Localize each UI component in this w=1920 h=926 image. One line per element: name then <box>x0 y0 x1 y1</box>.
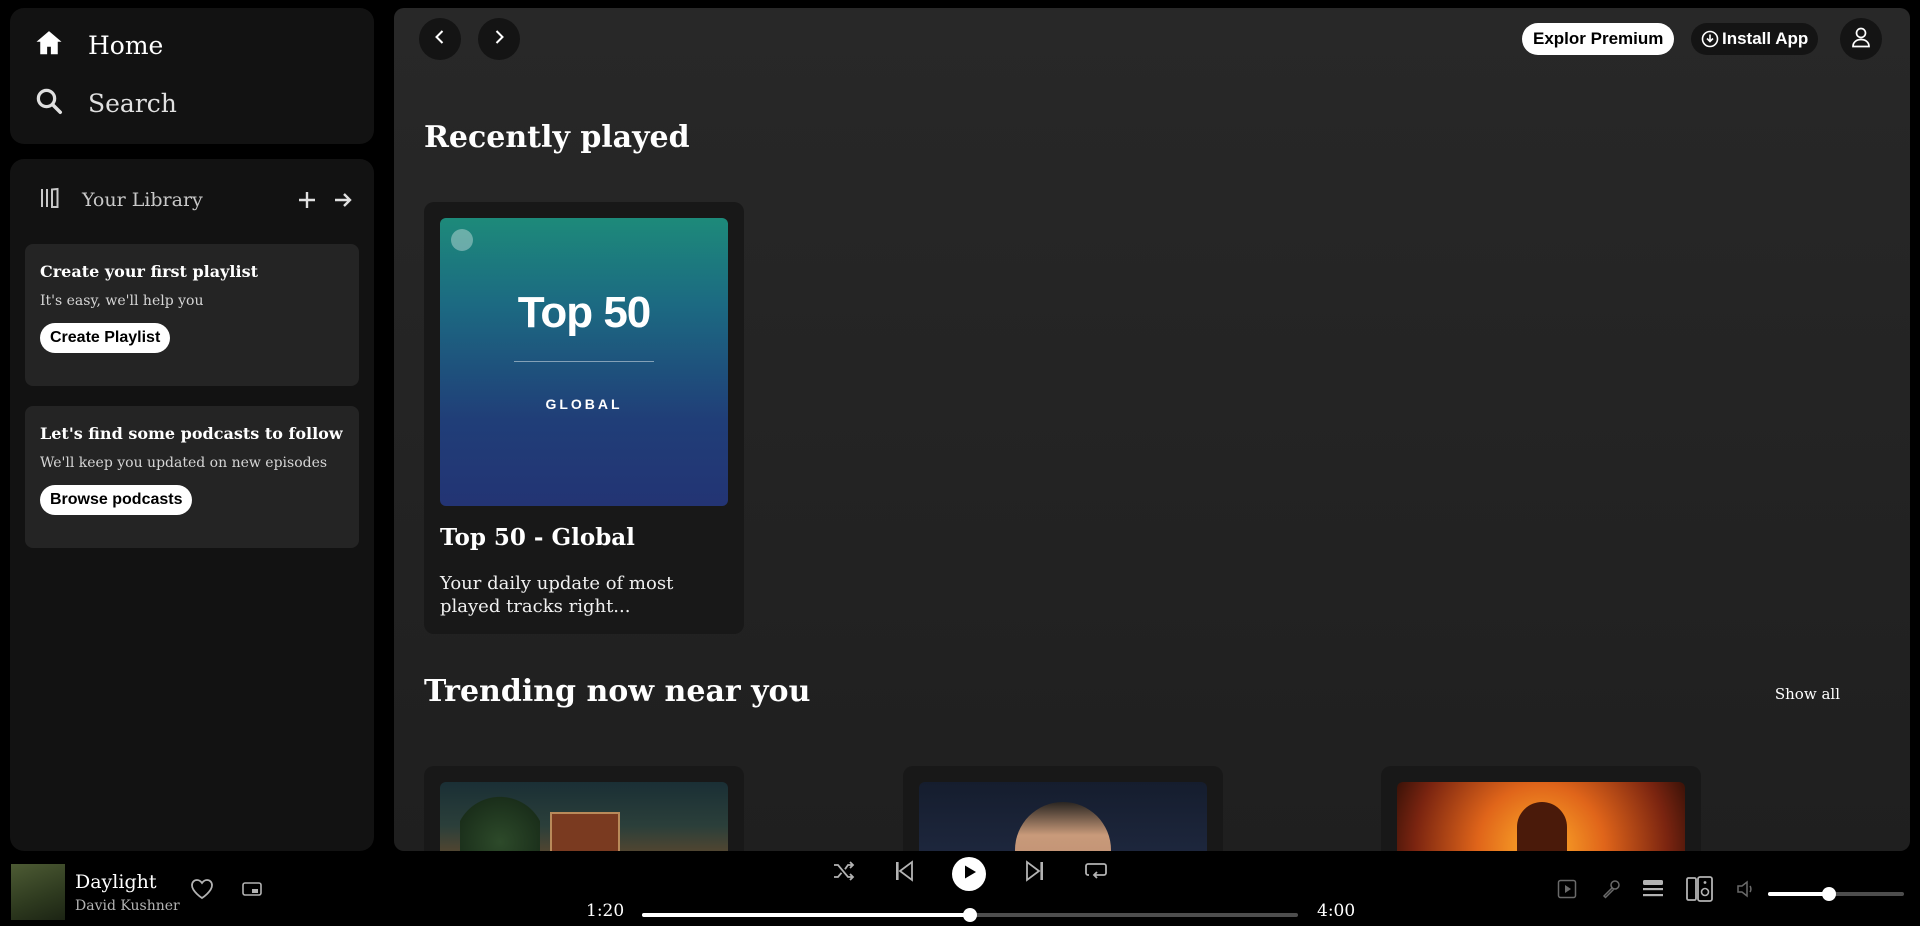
nav-search[interactable]: Search <box>34 88 350 118</box>
trending-card[interactable] <box>903 766 1223 851</box>
main-content: Explor Premium Install App Recently play… <box>394 8 1910 851</box>
show-all-link[interactable]: Show all <box>1775 685 1840 703</box>
volume-icon <box>1736 880 1756 902</box>
card-subtitle: We'll keep you updated on new episodes <box>40 455 328 471</box>
repeat-icon <box>1085 861 1107 885</box>
playlist-description: Your daily update of most played tracks … <box>440 573 674 617</box>
play-icon <box>961 864 977 884</box>
user-icon <box>1850 26 1872 52</box>
progress-bar[interactable] <box>642 908 1298 922</box>
volume-fill <box>1768 892 1830 896</box>
skip-forward-icon <box>1024 860 1046 886</box>
nav-search-label: Search <box>88 88 177 118</box>
create-playlist-card: Create your first playlist It's easy, we… <box>25 244 359 386</box>
mute-button[interactable] <box>1734 879 1758 903</box>
volume-handle[interactable] <box>1822 887 1837 901</box>
now-playing-view-button[interactable] <box>1555 879 1579 903</box>
repeat-button[interactable] <box>1082 859 1110 887</box>
chevron-left-icon <box>432 29 448 49</box>
heart-icon <box>190 878 214 904</box>
explore-premium-label: Explor Premium <box>1533 29 1664 48</box>
nav-panel: Home Search <box>10 8 374 144</box>
picture-in-picture-icon <box>242 881 262 901</box>
search-icon <box>34 86 64 120</box>
progress-handle[interactable] <box>963 908 977 922</box>
tree-art <box>460 792 540 851</box>
trending-card[interactable] <box>424 766 744 851</box>
trending-title: Trending now near you <box>424 674 811 709</box>
back-button[interactable] <box>419 18 461 60</box>
lyrics-button[interactable] <box>1599 879 1623 903</box>
shuffle-button[interactable] <box>830 859 858 887</box>
trending-cover <box>440 782 728 851</box>
miniplayer-button[interactable] <box>240 879 264 903</box>
download-icon <box>1701 30 1719 48</box>
progress-fill <box>642 913 970 917</box>
next-button[interactable] <box>1021 859 1049 887</box>
elapsed-time: 1:20 <box>586 901 625 921</box>
forward-button[interactable] <box>478 18 520 60</box>
queue-button[interactable] <box>1640 878 1666 904</box>
library-icon[interactable] <box>38 186 62 214</box>
library-panel: Your Library Create your first playlist … <box>10 159 374 851</box>
speaker-device-icon <box>1686 876 1714 906</box>
now-playing-cover[interactable] <box>11 864 65 920</box>
card-subtitle: It's easy, we'll help you <box>40 293 204 309</box>
shuffle-icon <box>832 861 856 885</box>
phone-booth-art <box>550 812 620 851</box>
create-playlist-button[interactable]: Create Playlist <box>40 323 171 353</box>
card-title: Create your first playlist <box>40 262 258 281</box>
install-app-label: Install App <box>1722 29 1809 48</box>
cover-big-text: Top 50 <box>517 288 652 337</box>
add-icon[interactable] <box>292 185 322 215</box>
like-button[interactable] <box>188 877 216 905</box>
track-artist[interactable]: David Kushner <box>75 898 180 914</box>
trending-cover <box>1397 782 1685 851</box>
trending-cover <box>919 782 1207 851</box>
trending-card[interactable] <box>1381 766 1701 851</box>
profile-button[interactable] <box>1840 18 1882 60</box>
now-playing-view-icon <box>1557 879 1577 903</box>
total-time: 4:00 <box>1317 901 1356 921</box>
queue-icon <box>1642 878 1664 904</box>
card-title: Let's find some podcasts to follow <box>40 424 343 443</box>
chevron-right-icon <box>491 29 507 49</box>
podcasts-card: Let's find some podcasts to follow We'll… <box>25 406 359 548</box>
explore-premium-button[interactable]: Explor Premium <box>1522 23 1675 55</box>
nav-home-label: Home <box>88 30 164 60</box>
arrow-right-icon[interactable] <box>328 185 358 215</box>
portrait-art <box>1015 802 1111 851</box>
library-label[interactable]: Your Library <box>82 189 286 211</box>
recently-played-title: Recently played <box>424 120 690 155</box>
spotify-logo-icon <box>451 229 473 251</box>
connect-device-button[interactable] <box>1685 876 1715 906</box>
browse-podcasts-button[interactable]: Browse podcasts <box>40 485 193 515</box>
install-app-button[interactable]: Install App <box>1691 23 1819 55</box>
figure-art <box>1517 802 1567 851</box>
microphone-icon <box>1601 879 1621 903</box>
playlist-card[interactable]: Top 50 GLOBAL Top 50 - Global Your daily… <box>424 202 744 634</box>
player-bar: Daylight David Kushner 1:20 4:00 <box>0 851 1920 926</box>
library-header: Your Library <box>38 185 358 215</box>
play-button[interactable] <box>952 857 986 891</box>
home-icon <box>34 28 64 62</box>
previous-button[interactable] <box>890 859 918 887</box>
cover-small-text: GLOBAL <box>545 396 623 412</box>
volume-slider[interactable] <box>1768 887 1904 901</box>
skip-back-icon <box>893 860 915 886</box>
track-title[interactable]: Daylight <box>75 871 156 893</box>
cover-divider <box>514 361 654 362</box>
playlist-title: Top 50 - Global <box>440 524 635 551</box>
playlist-cover: Top 50 GLOBAL <box>440 218 728 506</box>
nav-home[interactable]: Home <box>34 30 350 60</box>
